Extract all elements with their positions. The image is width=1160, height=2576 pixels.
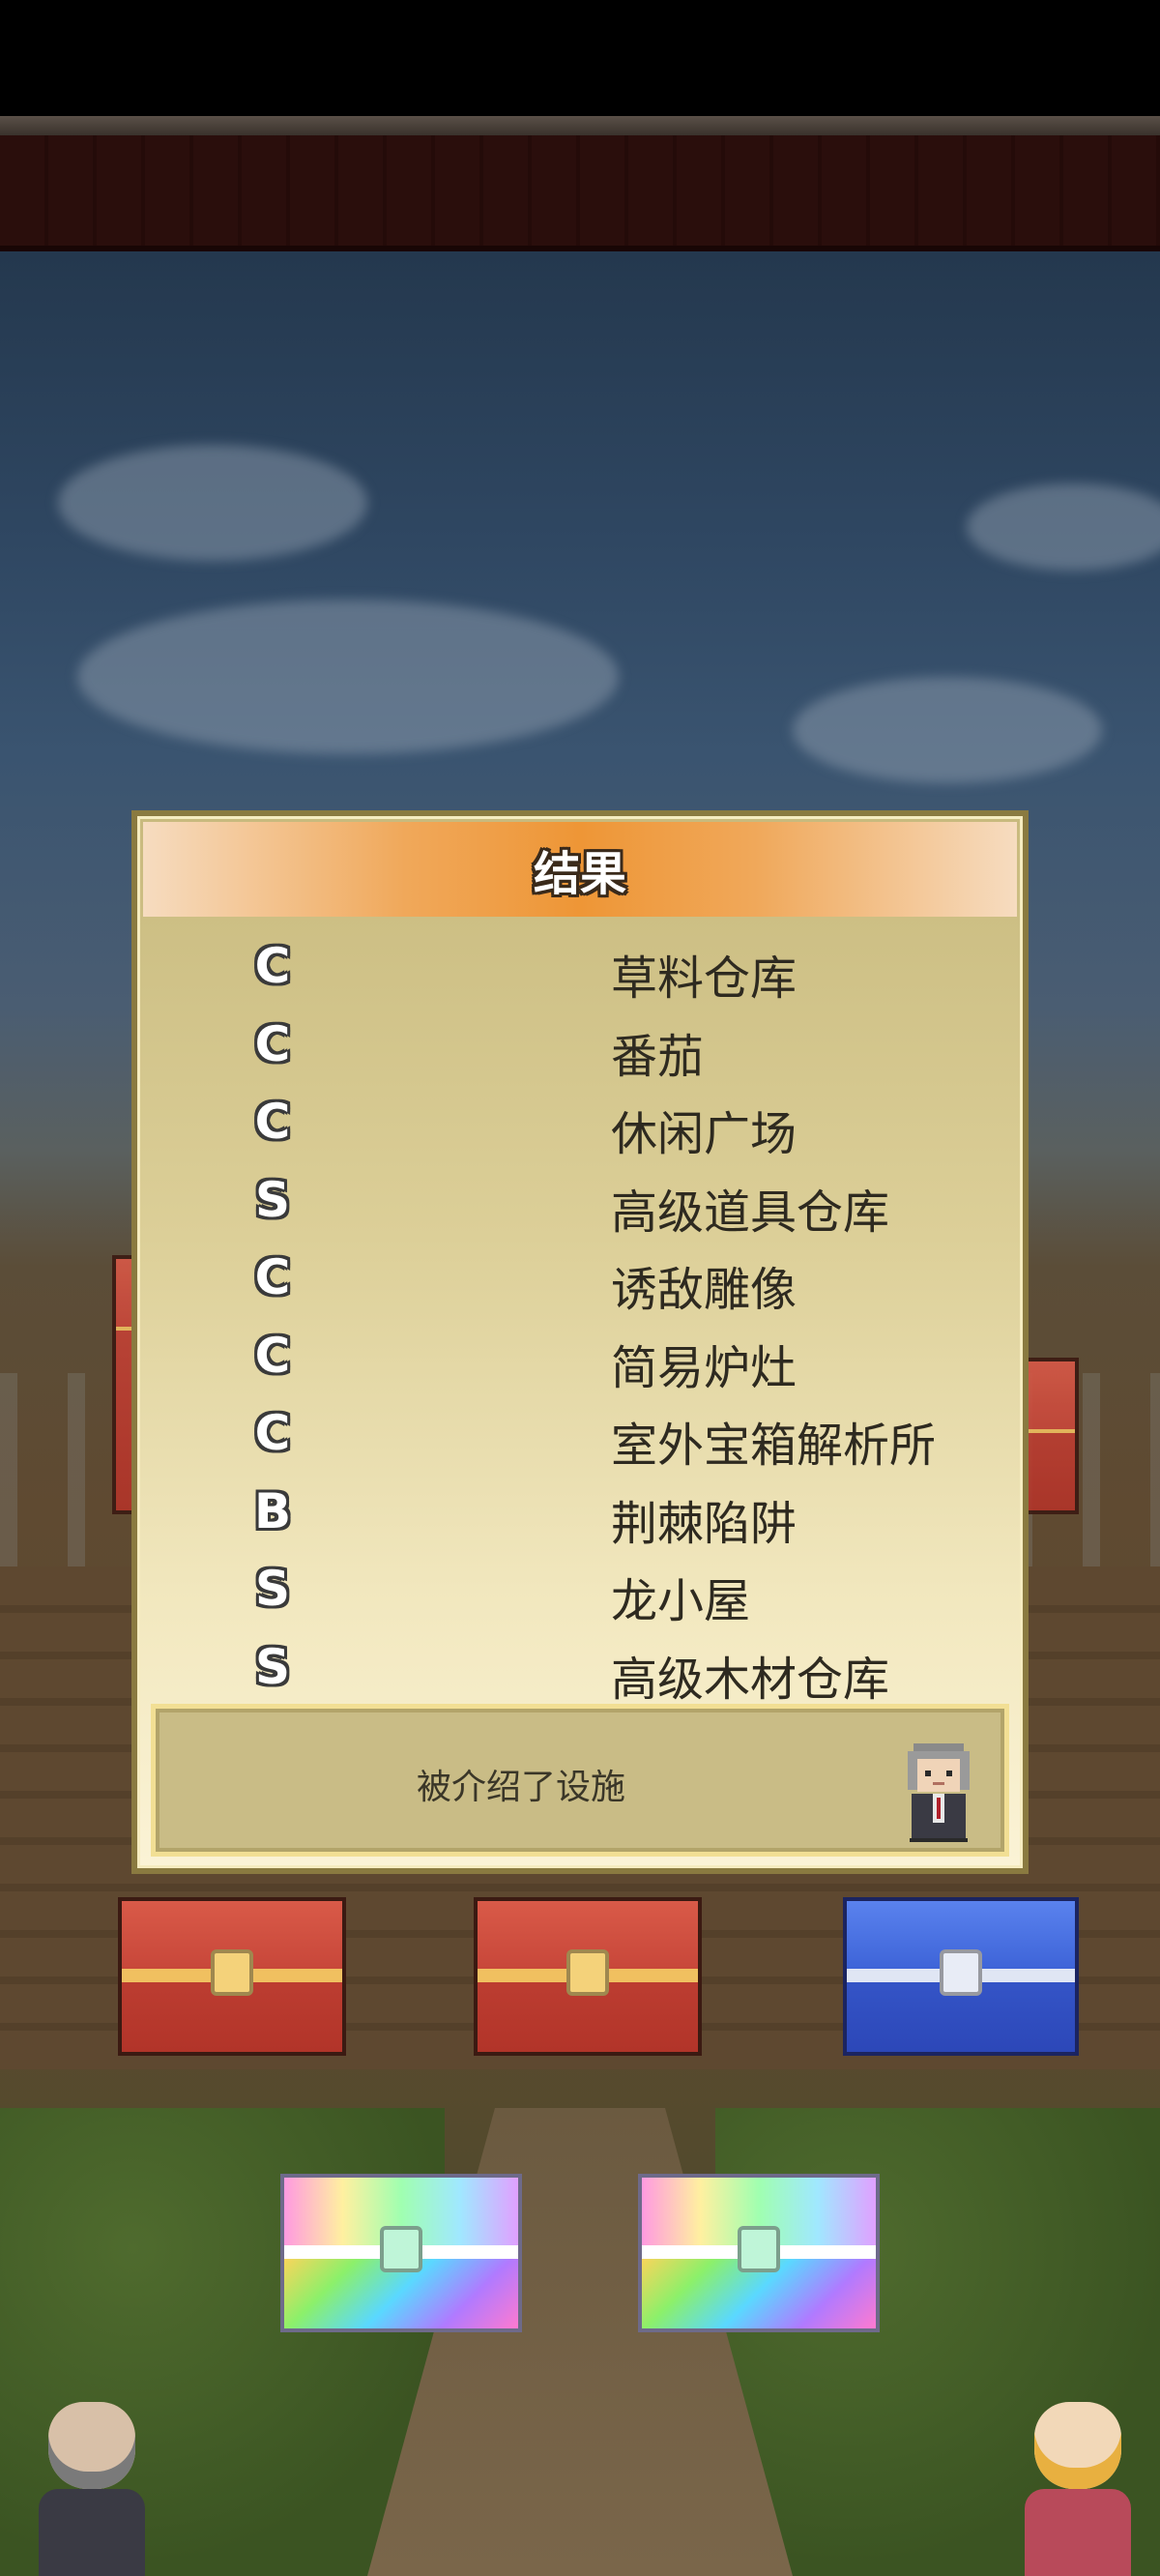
results-list: C 草料仓库 C 番茄 C 休闲广场 S 高级道具仓库 C 诱敌雕像 C 简易炉… — [137, 930, 1023, 1709]
cloud — [77, 600, 619, 754]
result-grade: C — [254, 1327, 291, 1384]
rainbow-treasure-chest-icon[interactable] — [280, 2174, 522, 2332]
result-row: S 高级道具仓库 — [137, 1164, 1023, 1243]
top-divider — [0, 116, 1160, 135]
facility-name: 高级道具仓库 — [611, 1185, 890, 1240]
result-grade: S — [254, 1561, 290, 1617]
result-grade: S — [254, 1638, 290, 1695]
result-grade: C — [254, 1405, 291, 1461]
game-screen: 结果 C 草料仓库 C 番茄 C 休闲广场 S 高级道具仓库 C 诱敌雕像 C … — [0, 0, 1160, 2576]
dialog-header: 结果 — [143, 822, 1017, 917]
facility-name: 高级木材仓库 — [611, 1652, 890, 1707]
result-grade: C — [254, 1015, 291, 1072]
partial-chest-right[interactable] — [1021, 1358, 1079, 1514]
result-row: C 番茄 — [137, 1009, 1023, 1087]
results-dialog: 结果 C 草料仓库 C 番茄 C 休闲广场 S 高级道具仓库 C 诱敌雕像 C … — [131, 810, 1029, 1874]
girl-character — [1005, 2392, 1150, 2576]
facility-name: 荆棘陷阱 — [611, 1496, 798, 1551]
cloud — [793, 677, 1102, 783]
result-grade: C — [254, 938, 291, 994]
dialog-title: 结果 — [533, 847, 626, 901]
old-man-character — [19, 2392, 164, 2576]
result-row: S 龙小屋 — [137, 1553, 1023, 1631]
red-treasure-chest-icon[interactable] — [118, 1897, 346, 2056]
red-treasure-chest-icon[interactable] — [474, 1897, 702, 2056]
cloud — [967, 483, 1160, 571]
result-row: C 草料仓库 — [137, 930, 1023, 1009]
result-row: B 荆棘陷阱 — [137, 1476, 1023, 1554]
message-text: 被介绍了设施 — [417, 1768, 626, 1807]
advisor-portrait-icon — [908, 1743, 970, 1842]
top-banner — [0, 135, 1160, 251]
rainbow-treasure-chest-icon[interactable] — [638, 2174, 880, 2332]
facility-name: 休闲广场 — [611, 1107, 798, 1161]
result-grade: C — [254, 1094, 291, 1150]
status-bar — [0, 0, 1160, 116]
result-grade: C — [254, 1249, 291, 1305]
facility-name: 草料仓库 — [611, 951, 798, 1006]
result-row: C 诱敌雕像 — [137, 1242, 1023, 1320]
result-grade: B — [253, 1482, 292, 1539]
facility-name: 番茄 — [611, 1029, 705, 1084]
result-row: S 高级木材仓库 — [137, 1631, 1023, 1710]
facility-name: 简易炉灶 — [611, 1340, 798, 1395]
blue-treasure-chest-icon[interactable] — [843, 1897, 1079, 2056]
facility-name: 龙小屋 — [611, 1574, 751, 1628]
cloud — [58, 445, 367, 561]
message-box[interactable]: 被介绍了设施 — [151, 1704, 1009, 1857]
facility-name: 室外宝箱解析所 — [611, 1419, 937, 1473]
result-row: C 休闲广场 — [137, 1086, 1023, 1164]
result-grade: S — [254, 1171, 290, 1228]
result-row: C 简易炉灶 — [137, 1320, 1023, 1398]
facility-name: 诱敌雕像 — [611, 1263, 798, 1317]
result-row: C 室外宝箱解析所 — [137, 1397, 1023, 1476]
